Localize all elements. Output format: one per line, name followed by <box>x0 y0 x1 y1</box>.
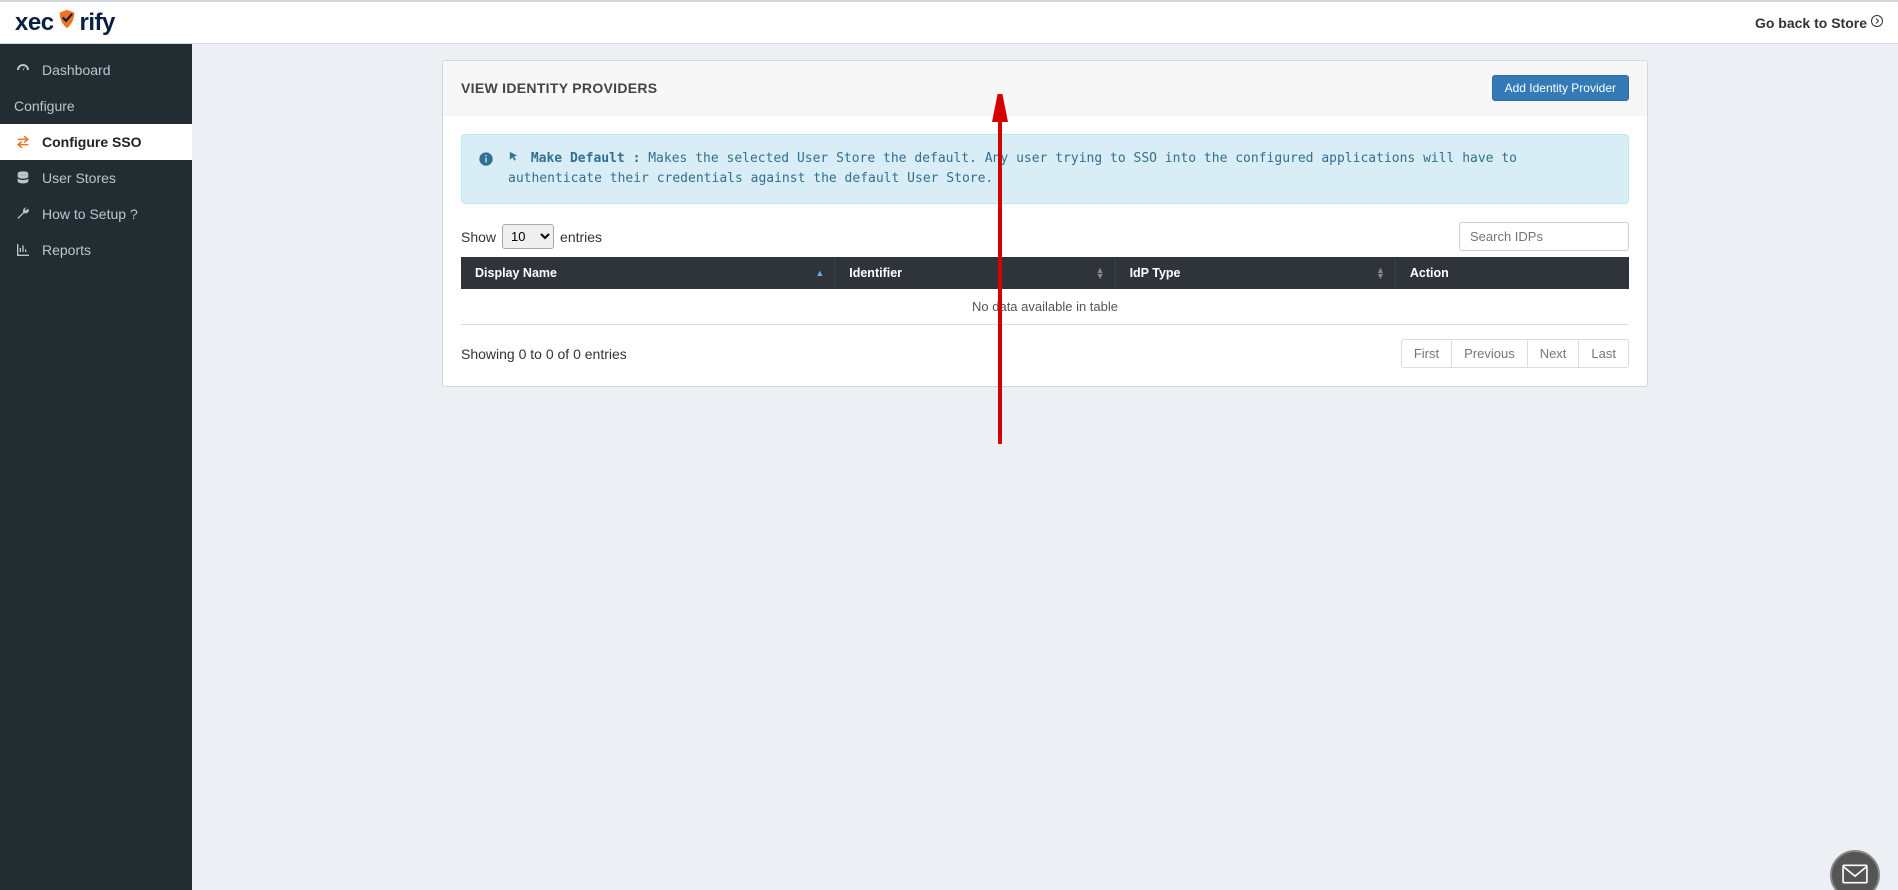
info-alert: Make Default : Makes the selected User S… <box>461 134 1629 204</box>
length-suffix: entries <box>560 229 602 245</box>
sidebar-item-label: Reports <box>42 242 91 258</box>
col-label: Display Name <box>475 266 557 280</box>
length-select[interactable]: 102550100 <box>502 224 554 249</box>
sort-asc-icon: ▲ <box>815 270 824 276</box>
col-display-name[interactable]: Display Name ▲ <box>461 257 835 289</box>
go-back-label: Go back to Store <box>1755 15 1867 31</box>
sidebar-header-configure: Configure <box>0 88 192 124</box>
info-text-wrap: Make Default : Makes the selected User S… <box>508 149 1612 189</box>
dashboard-icon <box>14 62 32 78</box>
exchange-icon <box>14 134 32 150</box>
database-icon <box>14 170 32 186</box>
shield-check-icon <box>54 8 80 37</box>
go-back-to-store-link[interactable]: Go back to Store <box>1755 15 1883 31</box>
panel-header: VIEW IDENTITY PROVIDERS Add Identity Pro… <box>443 61 1647 116</box>
wrench-icon <box>14 206 32 222</box>
chart-icon <box>14 242 32 258</box>
idp-table: Display Name ▲ Identifier ▲▼ IdP Type ▲▼ <box>461 257 1629 325</box>
add-identity-provider-button[interactable]: Add Identity Provider <box>1492 75 1629 101</box>
info-body: Makes the selected User Store the defaul… <box>508 151 1517 186</box>
col-action: Action <box>1395 257 1629 289</box>
page-first-button[interactable]: First <box>1401 339 1452 368</box>
main-content: VIEW IDENTITY PROVIDERS Add Identity Pro… <box>192 44 1898 890</box>
sidebar-item-label: Configure SSO <box>42 134 142 150</box>
table-info: Showing 0 to 0 of 0 entries <box>461 346 627 362</box>
page-next-button[interactable]: Next <box>1527 339 1580 368</box>
sidebar-item-dashboard[interactable]: Dashboard <box>0 52 192 88</box>
sidebar-item-label: User Stores <box>42 170 116 186</box>
page-last-button[interactable]: Last <box>1578 339 1629 368</box>
col-idp-type[interactable]: IdP Type ▲▼ <box>1115 257 1395 289</box>
logo: xec rify <box>15 8 115 37</box>
logo-text-left: xec <box>15 9 54 37</box>
pagination: First Previous Next Last <box>1402 339 1629 368</box>
identity-providers-panel: VIEW IDENTITY PROVIDERS Add Identity Pro… <box>442 60 1648 387</box>
empty-text: No data available in table <box>461 289 1629 325</box>
col-label: Action <box>1410 266 1449 280</box>
sidebar-item-user-stores[interactable]: User Stores <box>0 160 192 196</box>
col-identifier[interactable]: Identifier ▲▼ <box>835 257 1115 289</box>
page-prev-button[interactable]: Previous <box>1451 339 1528 368</box>
panel-title: VIEW IDENTITY PROVIDERS <box>461 80 657 96</box>
info-icon <box>478 151 494 174</box>
sidebar-item-how-to-setup[interactable]: How to Setup ? <box>0 196 192 232</box>
sort-both-icon: ▲▼ <box>1096 267 1105 279</box>
table-empty-row: No data available in table <box>461 289 1629 325</box>
search-input[interactable] <box>1459 222 1629 251</box>
length-prefix: Show <box>461 229 496 245</box>
logo-text-right: rify <box>80 9 115 37</box>
cursor-icon <box>508 151 527 166</box>
info-strong: Make Default : <box>531 151 641 166</box>
col-label: IdP Type <box>1130 266 1181 280</box>
sort-both-icon: ▲▼ <box>1376 267 1385 279</box>
sidebar-item-reports[interactable]: Reports <box>0 232 192 268</box>
sidebar-item-configure-sso[interactable]: Configure SSO <box>0 124 192 160</box>
sidebar: Dashboard Configure Configure SSO User S… <box>0 44 192 890</box>
sidebar-item-label: How to Setup ? <box>42 206 138 222</box>
col-label: Identifier <box>849 266 902 280</box>
sidebar-item-label: Dashboard <box>42 62 111 78</box>
chevron-right-icon <box>1871 15 1883 30</box>
sidebar-header-label: Configure <box>14 98 75 114</box>
topbar: xec rify Go back to Store <box>0 0 1898 44</box>
length-control: Show 102550100 entries <box>461 224 602 249</box>
mail-icon <box>1842 864 1868 887</box>
